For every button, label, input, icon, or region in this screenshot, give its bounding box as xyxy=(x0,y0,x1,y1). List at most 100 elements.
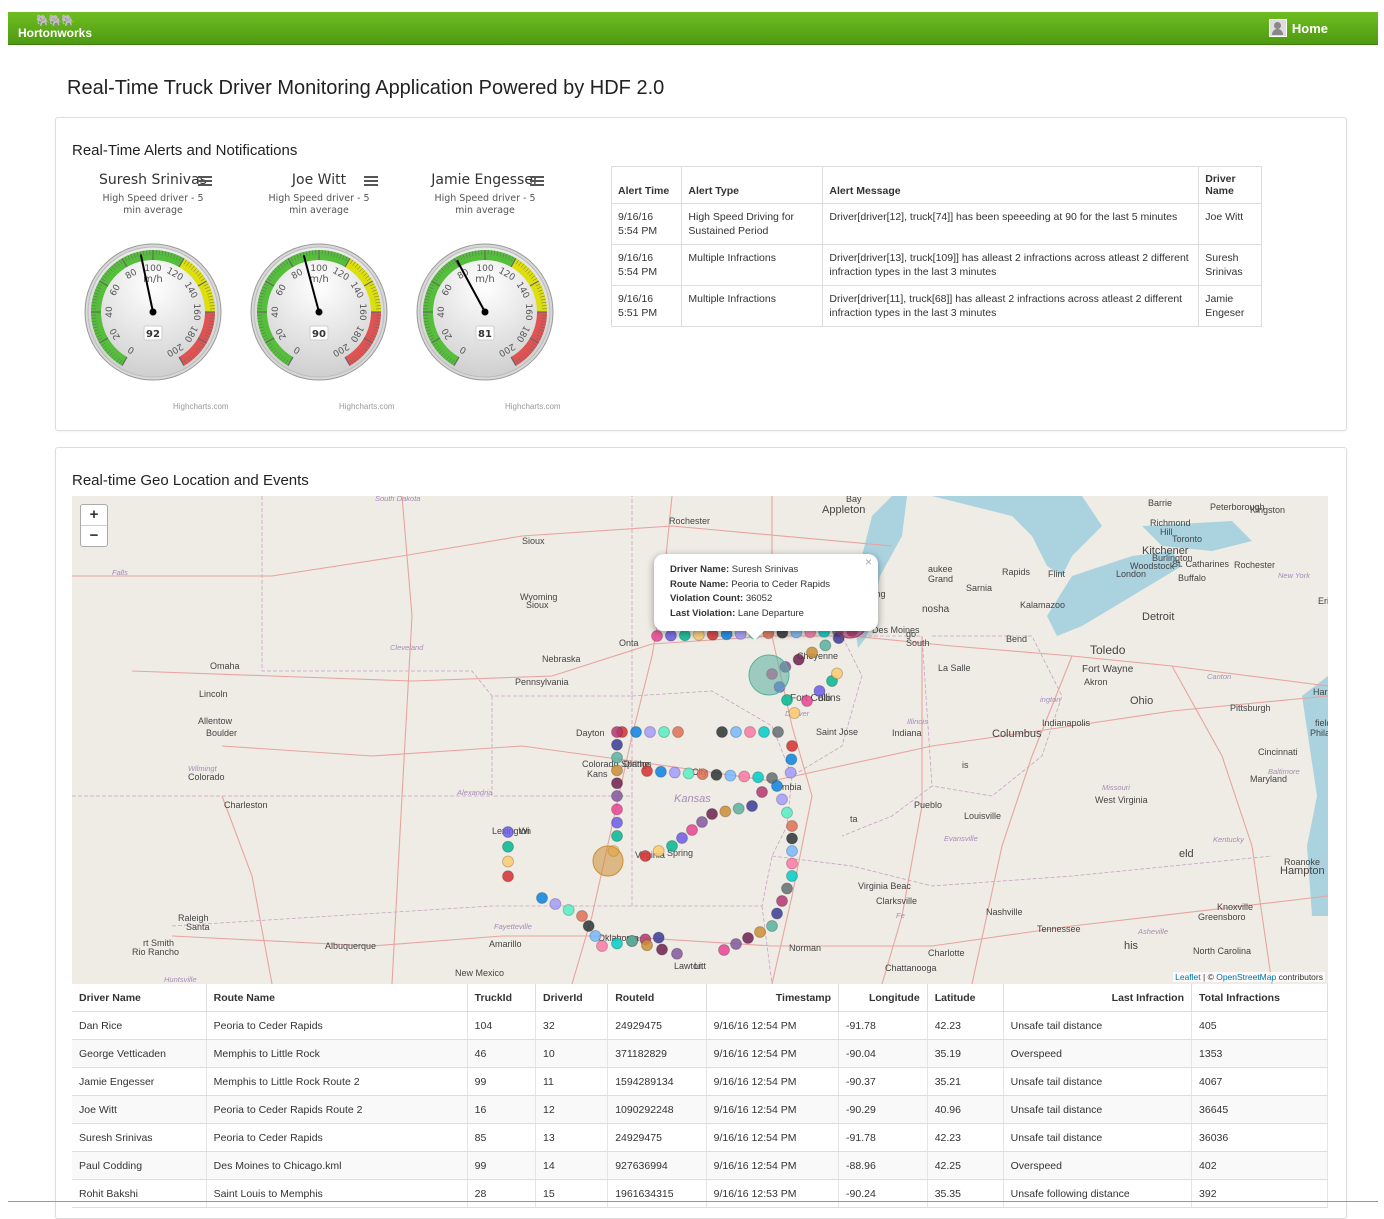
event-marker[interactable] xyxy=(612,938,623,949)
event-marker[interactable] xyxy=(731,939,742,950)
event-marker[interactable] xyxy=(773,727,784,738)
drivers-header-cell[interactable]: Route Name xyxy=(206,984,467,1012)
table-row[interactable]: Jamie EngesserMemphis to Little Rock Rou… xyxy=(72,1068,1328,1096)
event-marker[interactable] xyxy=(789,708,800,719)
event-marker[interactable] xyxy=(772,908,783,919)
highcharts-credit[interactable]: Highcharts.com xyxy=(173,402,229,411)
event-marker[interactable] xyxy=(655,766,666,777)
event-marker[interactable] xyxy=(612,752,623,763)
drivers-header-cell[interactable]: Timestamp xyxy=(706,984,838,1012)
event-marker[interactable] xyxy=(503,871,514,882)
event-marker[interactable] xyxy=(653,932,664,943)
event-marker[interactable] xyxy=(807,647,818,658)
event-marker[interactable] xyxy=(787,821,798,832)
event-marker[interactable] xyxy=(665,630,676,641)
drivers-header-cell[interactable]: Longitude xyxy=(839,984,928,1012)
zoom-out-button[interactable]: − xyxy=(81,525,107,546)
event-marker[interactable] xyxy=(590,931,601,942)
event-marker[interactable] xyxy=(743,933,754,944)
event-marker[interactable] xyxy=(642,940,653,951)
event-marker[interactable] xyxy=(753,772,764,783)
event-marker[interactable] xyxy=(832,668,843,679)
event-marker[interactable] xyxy=(814,686,825,697)
event-marker[interactable] xyxy=(697,817,708,828)
gauge-menu-icon[interactable] xyxy=(364,176,378,188)
event-marker[interactable] xyxy=(739,771,750,782)
hortonworks-logo[interactable]: 🐘🐘🐘 Hortonworks xyxy=(18,15,92,40)
event-marker[interactable] xyxy=(563,905,574,916)
drivers-header-cell[interactable]: TruckId xyxy=(467,984,535,1012)
event-marker[interactable] xyxy=(669,767,680,778)
event-marker[interactable] xyxy=(583,921,594,932)
home-link[interactable]: Home xyxy=(1269,19,1328,37)
event-marker[interactable] xyxy=(717,727,728,738)
table-row[interactable]: Rohit BakshiSaint Louis to Memphis281519… xyxy=(72,1180,1328,1208)
event-marker[interactable] xyxy=(733,803,744,814)
event-marker[interactable] xyxy=(612,804,623,815)
event-marker[interactable] xyxy=(693,629,704,640)
event-marker[interactable] xyxy=(640,851,651,862)
event-marker[interactable] xyxy=(782,695,793,706)
gauge-menu-icon[interactable] xyxy=(530,176,544,188)
event-marker[interactable] xyxy=(503,827,514,838)
event-marker[interactable] xyxy=(777,794,788,805)
event-marker[interactable] xyxy=(503,841,514,852)
event-marker[interactable] xyxy=(631,727,642,738)
event-marker[interactable] xyxy=(772,781,783,792)
event-marker[interactable] xyxy=(731,727,742,738)
drivers-header-cell[interactable]: DriverId xyxy=(536,984,608,1012)
event-marker[interactable] xyxy=(787,871,798,882)
event-marker[interactable] xyxy=(612,778,623,789)
event-marker[interactable] xyxy=(612,727,623,738)
drivers-header-cell[interactable]: Latitude xyxy=(927,984,1003,1012)
event-marker[interactable] xyxy=(711,769,722,780)
event-marker[interactable] xyxy=(627,936,638,947)
event-marker[interactable] xyxy=(642,766,653,777)
highcharts-credit[interactable]: Highcharts.com xyxy=(339,402,395,411)
event-marker[interactable] xyxy=(537,893,548,904)
event-marker[interactable] xyxy=(787,858,798,869)
popup-close-button[interactable]: × xyxy=(865,555,872,570)
event-marker[interactable] xyxy=(707,809,718,820)
event-marker[interactable] xyxy=(725,770,736,781)
event-marker[interactable] xyxy=(755,927,766,938)
table-row[interactable]: Joe WittPeoria to Ceder Rapids Route 216… xyxy=(72,1096,1328,1124)
table-row[interactable]: Suresh SrinivasPeoria to Ceder Rapids851… xyxy=(72,1124,1328,1152)
table-row[interactable]: Paul CoddingDes Moines to Chicago.kml991… xyxy=(72,1152,1328,1180)
event-marker[interactable] xyxy=(597,941,608,952)
drivers-header-cell[interactable]: Driver Name xyxy=(72,984,206,1012)
geo-map[interactable]: South DakotaBayAppletonBarriePeterboroug… xyxy=(72,496,1328,984)
event-marker[interactable] xyxy=(687,825,698,836)
drivers-header-cell[interactable]: Last Infraction xyxy=(1003,984,1191,1012)
event-marker[interactable] xyxy=(503,856,514,867)
event-marker[interactable] xyxy=(782,807,793,818)
event-marker[interactable] xyxy=(612,791,623,802)
event-marker[interactable] xyxy=(667,841,678,852)
event-marker[interactable] xyxy=(793,654,804,665)
table-row[interactable]: George VetticadenMemphis to Little Rock4… xyxy=(72,1040,1328,1068)
gauge-menu-icon[interactable] xyxy=(198,176,212,188)
event-marker[interactable] xyxy=(677,833,688,844)
event-marker[interactable] xyxy=(719,945,730,956)
drivers-header-cell[interactable]: Total Infractions xyxy=(1192,984,1328,1012)
event-marker[interactable] xyxy=(759,727,770,738)
event-marker[interactable] xyxy=(777,896,788,907)
event-marker[interactable] xyxy=(652,631,663,642)
event-marker[interactable] xyxy=(757,787,768,798)
zoom-in-button[interactable]: + xyxy=(81,505,107,525)
event-marker[interactable] xyxy=(653,846,664,857)
event-marker[interactable] xyxy=(683,768,694,779)
event-marker[interactable] xyxy=(787,741,798,752)
event-marker[interactable] xyxy=(787,846,798,857)
highcharts-credit[interactable]: Highcharts.com xyxy=(505,402,561,411)
event-marker[interactable] xyxy=(659,727,670,738)
event-marker[interactable] xyxy=(767,921,778,932)
osm-link[interactable]: OpenStreetMap xyxy=(1216,972,1276,982)
event-marker[interactable] xyxy=(672,948,683,959)
event-marker[interactable] xyxy=(657,944,668,955)
event-marker[interactable] xyxy=(745,727,756,738)
event-marker[interactable] xyxy=(785,767,796,778)
event-marker[interactable] xyxy=(673,727,684,738)
event-marker[interactable] xyxy=(697,769,708,780)
table-row[interactable]: Dan RicePeoria to Ceder Rapids1043224929… xyxy=(72,1012,1328,1040)
